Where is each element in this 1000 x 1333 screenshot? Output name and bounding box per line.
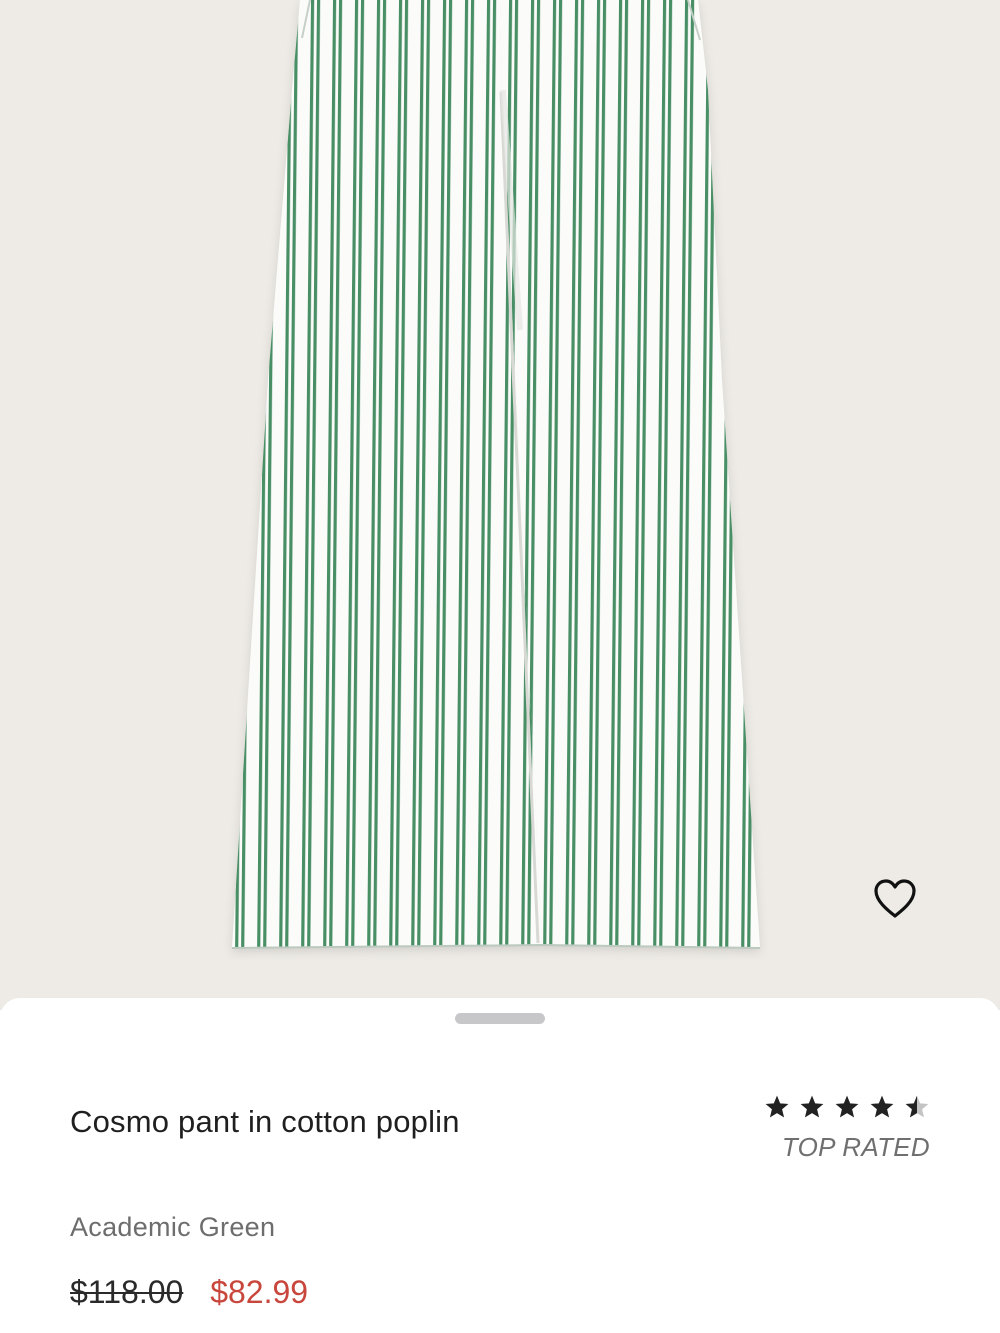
pants-illustration <box>232 0 760 948</box>
rating-stars <box>764 1094 930 1120</box>
favorite-button[interactable] <box>872 878 922 928</box>
star-icon <box>800 1095 824 1118</box>
product-rating[interactable]: TOP RATED <box>764 1094 930 1163</box>
star-icon <box>870 1095 894 1118</box>
star-icon <box>765 1095 789 1118</box>
star-icon <box>835 1095 859 1118</box>
heart-outline-icon <box>874 879 916 918</box>
sheet-drag-handle[interactable] <box>455 1013 545 1024</box>
top-rated-label: TOP RATED <box>781 1132 930 1162</box>
color-name: Academic Green <box>70 1212 276 1242</box>
product-image <box>231 0 761 949</box>
original-price: $118.00 <box>70 1274 184 1310</box>
product-details-sheet: Cosmo pant in cotton poplin TOP RATED Ac… <box>0 998 1000 1333</box>
sale-price: $82.99 <box>210 1274 309 1310</box>
product-title: Cosmo pant in cotton poplin <box>70 1104 460 1139</box>
price-row: $118.00 $82.99 <box>70 1274 308 1311</box>
star-icon <box>905 1095 929 1118</box>
product-image-area[interactable] <box>0 0 1000 1010</box>
